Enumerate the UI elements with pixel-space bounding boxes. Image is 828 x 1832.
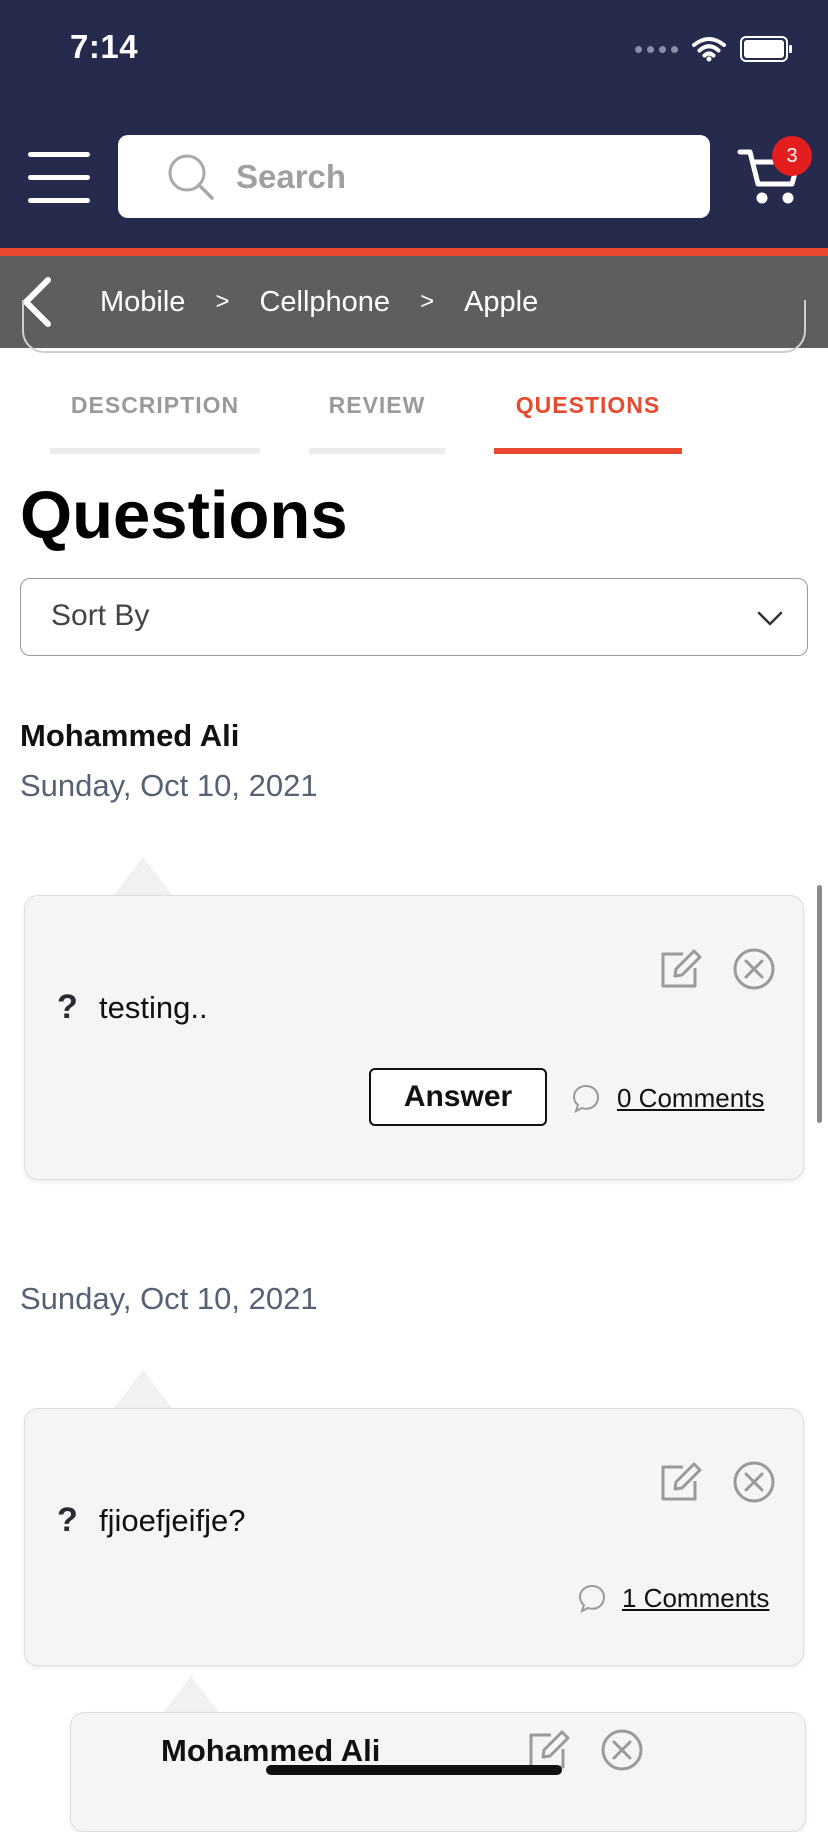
tab-description[interactable]: DESCRIPTION (50, 392, 260, 419)
search-placeholder: Search (236, 157, 347, 195)
question-date: Sunday, Oct 10, 2021 (20, 768, 318, 803)
tab-questions[interactable]: QUESTIONS (494, 392, 682, 419)
answer-button[interactable]: Answer (369, 1068, 547, 1126)
question-text: fjioefjeifje? (99, 1503, 246, 1538)
status-time: 7:14 (70, 28, 139, 65)
comments-link[interactable]: 1 Comments (622, 1583, 769, 1614)
tab-review-underline (309, 448, 445, 454)
chevron-down-icon (757, 611, 783, 626)
page-title: Questions (20, 478, 348, 553)
close-icon[interactable] (731, 1459, 777, 1505)
home-indicator (266, 1765, 562, 1775)
question-icon: ? (57, 988, 78, 1026)
tab-questions-underline (494, 448, 682, 454)
header-accent-line (0, 248, 828, 256)
battery-icon (740, 36, 792, 62)
question-card-pointer (114, 1370, 172, 1408)
search-icon (168, 154, 214, 200)
comments-link[interactable]: 0 Comments (617, 1083, 764, 1114)
close-icon[interactable] (599, 1727, 645, 1773)
question-text: testing.. (99, 990, 208, 1025)
question-card: ? fjioefjeifje? 1 Comments (24, 1408, 804, 1666)
question-card-pointer (114, 857, 172, 895)
status-icons (635, 36, 792, 62)
signal-icon (635, 45, 678, 53)
edit-icon[interactable] (657, 946, 703, 992)
comment-icon (572, 1084, 600, 1113)
question-author: Mohammed Ali (20, 718, 240, 753)
question-date: Sunday, Oct 10, 2021 (20, 1281, 318, 1316)
hamburger-menu-icon[interactable] (28, 152, 90, 204)
cart-count-badge: 3 (772, 136, 812, 176)
tab-review[interactable]: REVIEW (309, 392, 445, 419)
scrollbar[interactable] (817, 885, 822, 1123)
close-icon[interactable] (731, 946, 777, 992)
reply-card-pointer (162, 1676, 220, 1714)
tab-description-underline (50, 448, 260, 454)
question-card: ? testing.. Answer 0 Comments (24, 895, 804, 1180)
product-card-edge (22, 300, 806, 353)
wifi-icon (692, 37, 726, 62)
edit-icon[interactable] (657, 1459, 703, 1505)
question-icon: ? (57, 1501, 78, 1539)
reply-author: Mohammed Ali (161, 1733, 381, 1768)
sort-by-label: Sort By (51, 599, 150, 632)
comment-icon (578, 1584, 606, 1613)
search-input[interactable]: Search (118, 135, 710, 218)
sort-by-dropdown[interactable]: Sort By (20, 578, 808, 656)
